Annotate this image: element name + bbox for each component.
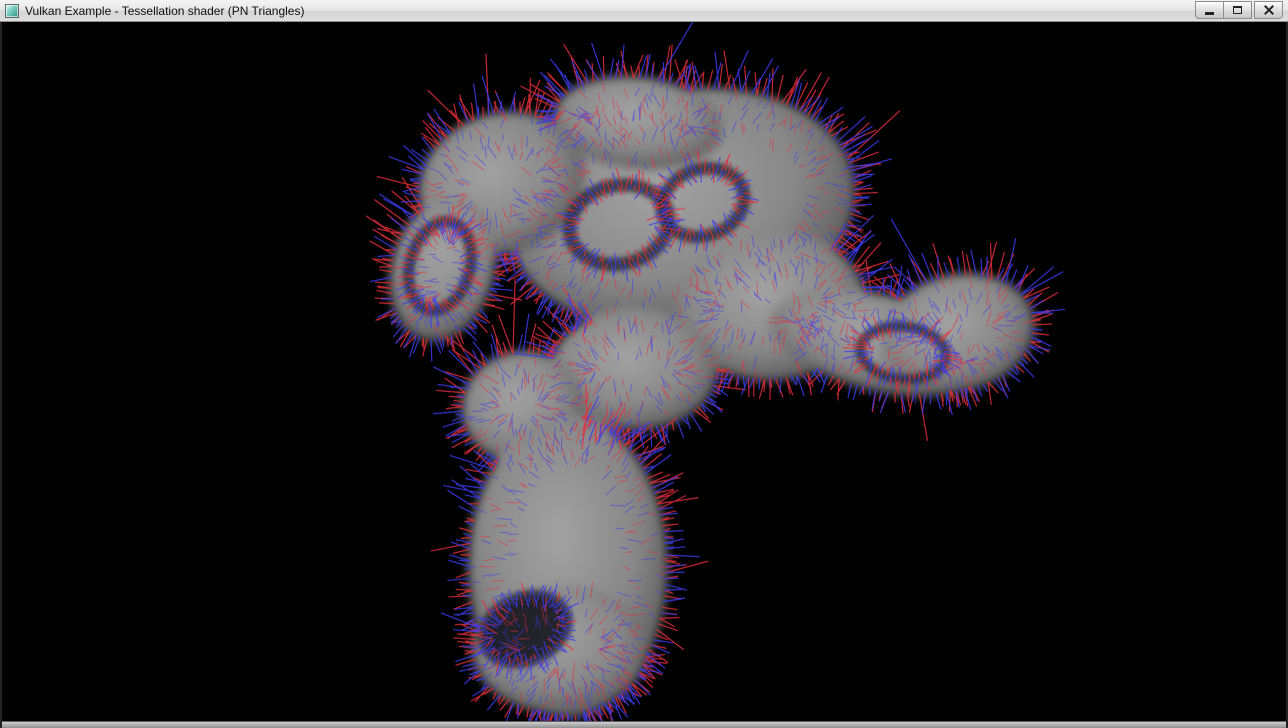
minimize-icon [1205,12,1214,15]
app-icon [5,4,19,18]
window-title: Vulkan Example - Tessellation shader (PN… [25,4,304,18]
window-controls [1196,0,1283,22]
maximize-button[interactable] [1223,1,1252,19]
render-canvas [2,22,1286,728]
close-icon [1263,4,1275,16]
maximize-icon [1233,6,1242,14]
render-viewport[interactable] [0,22,1288,728]
app-window: Vulkan Example - Tessellation shader (PN… [0,0,1288,728]
window-bottom-border [2,721,1286,728]
close-button[interactable] [1254,1,1283,19]
titlebar[interactable]: Vulkan Example - Tessellation shader (PN… [0,0,1288,22]
minimize-button[interactable] [1195,1,1224,19]
